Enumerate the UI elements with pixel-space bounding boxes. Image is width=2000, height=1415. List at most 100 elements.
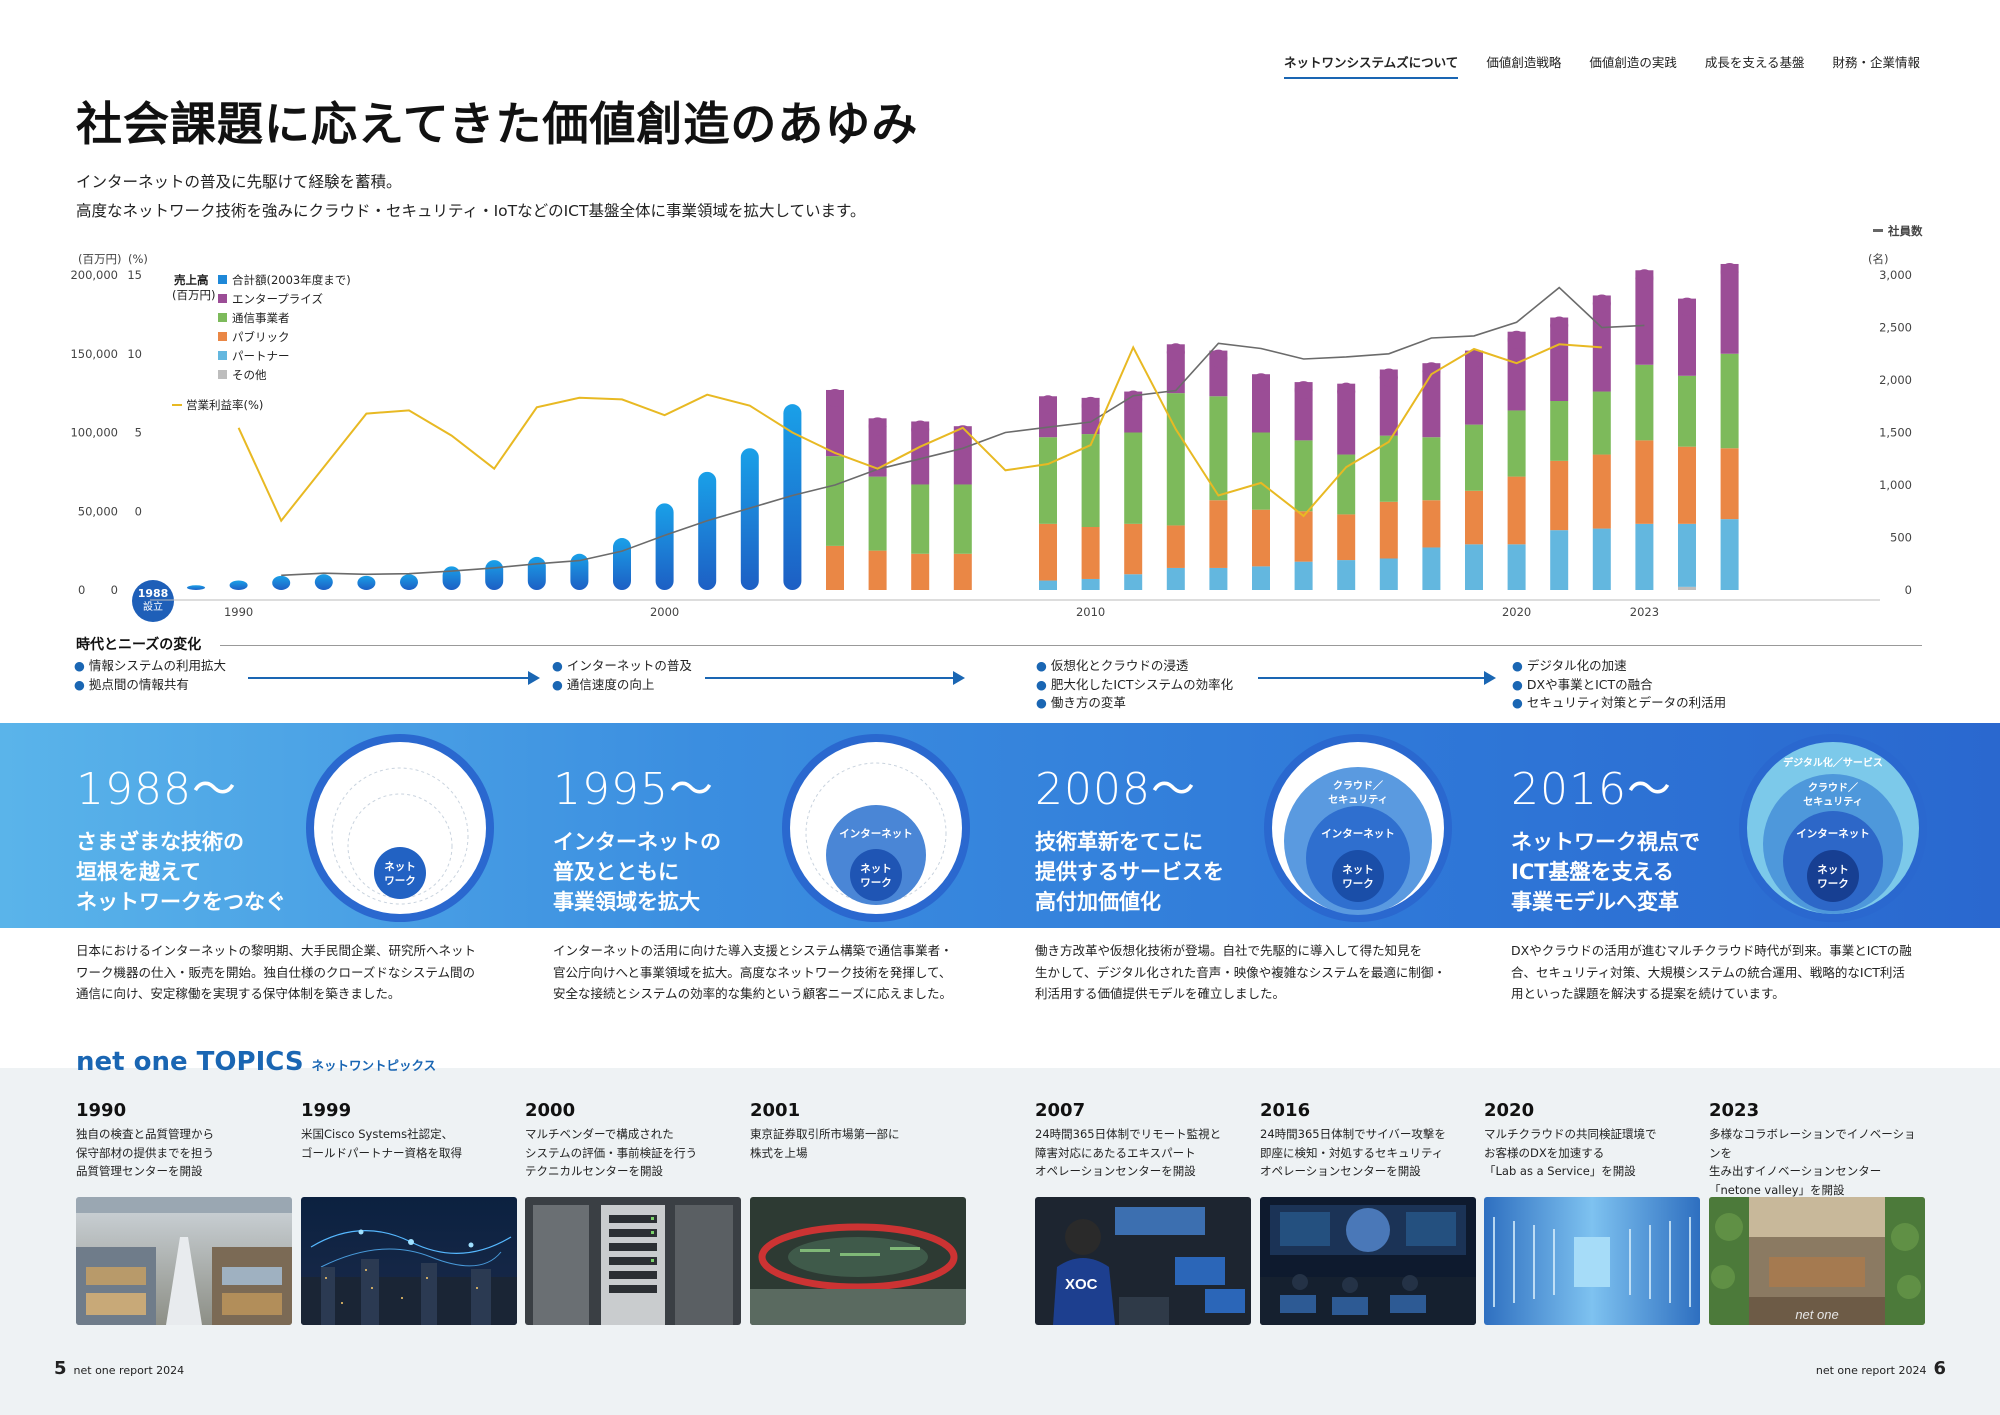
nav-item-about[interactable]: ネットワンシステムズについて bbox=[1284, 52, 1459, 79]
topic-2007: 2007 24時間365日体制でリモート監視と 障害対応にあたるエキスパート オペレ… bbox=[1035, 1100, 1253, 1325]
arrow-icon bbox=[248, 671, 540, 685]
era-text-line: 高付加価値化 bbox=[1035, 890, 1161, 914]
lab-photo bbox=[1484, 1197, 1700, 1325]
divider bbox=[220, 645, 1922, 646]
needs-item: ● DXや事業とICTの融合 bbox=[1512, 676, 1653, 692]
bar-segment-carrier bbox=[1678, 375, 1696, 447]
era-desc-line: 官公庁向けへと事業領域を拡大。高度なネットワーク技術を発揮して、 bbox=[553, 964, 952, 980]
topic-desc: 米国Cisco Systems社認定、 ゴールドパートナー資格を取得 bbox=[301, 1127, 462, 1160]
bar-segment-carrier bbox=[826, 456, 844, 546]
era-text-line: 事業モデルへ変革 bbox=[1511, 890, 1679, 914]
era-desc-line: 日本におけるインターネットの黎明期、大手民間企業、研究所へネット bbox=[76, 943, 477, 958]
netone-logo: net one bbox=[1795, 1307, 1838, 1322]
bar-segment-partner bbox=[1294, 561, 1313, 590]
digital-service-label: デジタル化／サービス bbox=[1783, 756, 1883, 769]
era-desc-1988: 日本におけるインターネットの黎明期、大手民間企業、研究所へネット ワーク機器の仕… bbox=[76, 940, 476, 1005]
era-text-line: 技術革新をてこに bbox=[1035, 830, 1203, 854]
x-tick: 2020 bbox=[1502, 605, 1531, 619]
legend-swatch bbox=[218, 370, 227, 379]
era-desc-line: 生かして、デジタル化された音声・映像や複雑なシステムを最適に制御・ bbox=[1035, 964, 1446, 980]
needs-list-2: ● インターネットの普及 ● 通信速度の向上 bbox=[552, 657, 692, 694]
bar-segment-partner bbox=[1507, 544, 1526, 590]
bar-segment-public bbox=[1635, 440, 1654, 524]
era-year: 1995〜 bbox=[553, 764, 714, 815]
nav-item-financial[interactable]: 財務・企業情報 bbox=[1832, 52, 1920, 79]
page-number: 6 bbox=[1933, 1358, 1946, 1379]
era-text-line: ネットワークをつなぐ bbox=[76, 890, 286, 914]
needs-item: ● 情報システムの利用拡大 bbox=[74, 658, 227, 673]
era-text-line: 普及とともに bbox=[553, 860, 679, 884]
era-circle-2016: デジタル化／サービス クラウド／ セキュリティ インターネット ネット ワーク bbox=[1739, 734, 1927, 922]
legend-swatch bbox=[218, 351, 227, 360]
era-text: ネットワーク視点で ICT基盤を支える 事業モデルへ変革 bbox=[1511, 827, 1700, 917]
era-circle-1988: ネット ワーク bbox=[306, 734, 494, 922]
bar-total bbox=[272, 575, 291, 590]
era-desc-2016: DXやクラウドの活用が進むマルチクラウド時代が到来。事業とICTの融 合、セキュ… bbox=[1511, 940, 1912, 1005]
left-axis-units: (百万円) bbox=[78, 252, 121, 266]
needs-text: 拠点間の情報共有 bbox=[88, 676, 189, 692]
bar-total bbox=[613, 538, 631, 590]
legend-title: 売上高 bbox=[174, 273, 209, 287]
bar-segment-partner bbox=[1337, 560, 1356, 590]
era-desc-line: 通信に向け、安定稼働を実現する保守体制を築きました。 bbox=[76, 986, 401, 1001]
needs-text: 情報システムの利用拡大 bbox=[88, 658, 227, 673]
margin-legend-label: 営業利益率(%) bbox=[186, 398, 263, 412]
founding-year: 1988 bbox=[138, 587, 169, 600]
legend-label: 通信事業者 bbox=[232, 311, 290, 325]
legend-label: その他 bbox=[232, 368, 267, 382]
nav-item-practice[interactable]: 価値創造の実践 bbox=[1589, 52, 1677, 79]
right-tick: 0 bbox=[1905, 583, 1912, 597]
right-tick: 2,500 bbox=[1879, 321, 1912, 335]
legend-title-units: (百万円) bbox=[172, 288, 215, 302]
bar-segment-public bbox=[1720, 448, 1739, 520]
arrow-icon bbox=[1258, 671, 1496, 685]
bar-segment-public bbox=[868, 550, 887, 590]
bar-cap bbox=[1294, 381, 1313, 400]
bar-segment-public bbox=[911, 553, 930, 590]
needs-text: セキュリティ対策とデータの利活用 bbox=[1526, 695, 1727, 710]
left-tick: 50,000 bbox=[78, 504, 118, 518]
topic-2001: 2001 東京証券取引所市場第一部に 株式を上場 bbox=[750, 1100, 968, 1325]
topic-year: 2016 bbox=[1260, 1100, 1311, 1121]
bar-cap bbox=[1550, 316, 1569, 335]
legend-label: パートナー bbox=[232, 349, 290, 363]
bar-cap bbox=[1635, 269, 1654, 288]
era-desc-line: インターネットの活用に向けた導入支援とシステム構築で通信事業者・ bbox=[553, 943, 953, 958]
right-tick: 500 bbox=[1890, 531, 1912, 545]
bar-segment-public bbox=[1166, 525, 1185, 568]
bar-cap bbox=[911, 420, 930, 439]
top-nav: ネットワンシステムズについて 価値創造戦略 価値創造の実践 成長を支える基盤 財… bbox=[1284, 52, 1920, 79]
nav-item-foundation[interactable]: 成長を支える基盤 bbox=[1705, 52, 1805, 79]
bar-segment-partner bbox=[1252, 566, 1270, 590]
bar-cap bbox=[1337, 382, 1356, 401]
bar-segment-carrier bbox=[1039, 437, 1057, 524]
nav-item-strategy[interactable]: 価値創造戦略 bbox=[1486, 52, 1561, 79]
employees-legend: 社員数 bbox=[1887, 224, 1923, 238]
era-1995: 1995〜 インターネットの 普及とともに 事業領域を拡大 bbox=[553, 753, 721, 917]
bar-cap bbox=[1081, 396, 1100, 415]
needs-list-1: ● 情報システムの利用拡大 ● 拠点間の情報共有 bbox=[74, 657, 226, 694]
topic-desc: 24時間365日体制でサイバー攻撃を 即座に検知・対処するセキュリティ オペレーショ… bbox=[1260, 1127, 1446, 1178]
legend-swatch bbox=[218, 332, 227, 341]
bar-segment-carrier bbox=[1252, 432, 1270, 510]
report-name: net one report 2024 bbox=[1815, 1364, 1927, 1377]
zero-tick: 0 bbox=[78, 583, 85, 597]
legend-swatch bbox=[218, 294, 227, 303]
xoc-logo: XOC bbox=[1065, 1276, 1098, 1293]
era-text: 技術革新をてこに 提供するサービスを 高付加価値化 bbox=[1035, 827, 1224, 917]
era-desc-line: DXやクラウドの活用が進むマルチクラウド時代が到来。事業とICTの融 bbox=[1511, 943, 1912, 958]
x-tick: 2023 bbox=[1630, 605, 1659, 619]
needs-item: ● 拠点間の情報共有 bbox=[74, 676, 189, 692]
bar-segment-carrier bbox=[911, 484, 930, 554]
employees-legend-swatch bbox=[1873, 229, 1883, 232]
stock-exchange-photo bbox=[750, 1197, 966, 1325]
era-year: 1988〜 bbox=[76, 764, 237, 815]
era-desc-2008: 働き方改革や仮想化技術が登場。自社で先駆的に導入して得た知見を 生かして、デジタ… bbox=[1035, 940, 1446, 1005]
bar-segment-carrier bbox=[1294, 440, 1313, 512]
needs-item: ● 仮想化とクラウドの浸透 bbox=[1036, 658, 1189, 673]
sales-chart: (百万円) (%) (名) 社員数 200,000 150,000 100,000 50,00… bbox=[70, 224, 1923, 622]
topic-2020: 2020 マルチクラウドの共同検証環境で お客様のDXを加速する 「Lab as a… bbox=[1484, 1100, 1702, 1325]
footer-right: net one report 2024 6 bbox=[1816, 1358, 1946, 1379]
left-tick: 0 bbox=[111, 583, 118, 597]
era-desc-line: 安全な接続とシステムの効率的な集約という顧客ニーズに応えました。 bbox=[553, 986, 953, 1001]
